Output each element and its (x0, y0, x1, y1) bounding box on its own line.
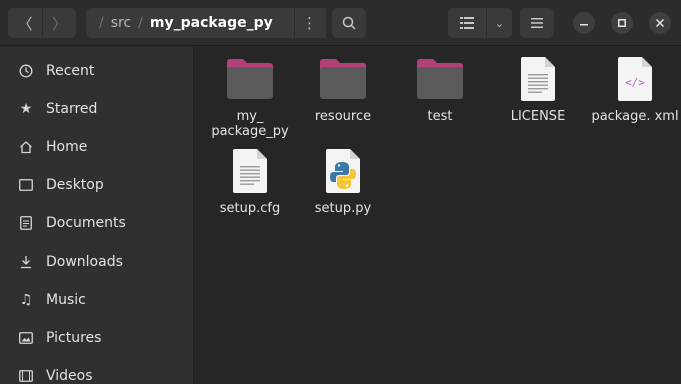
sidebar-item-label: Documents (46, 215, 126, 231)
sidebar-item-documents[interactable]: Documents (0, 204, 194, 242)
sidebar-item-home[interactable]: Home (0, 128, 194, 166)
sidebar-item-music[interactable]: ♫ Music (0, 281, 194, 319)
sidebar-item-starred[interactable]: ★ Starred (0, 90, 194, 128)
sidebar-item-recent[interactable]: Recent (0, 52, 194, 90)
file-item-folder[interactable]: test (397, 55, 483, 124)
breadcrumb-separator: / (138, 15, 143, 31)
file-name: setup.py (314, 201, 372, 216)
breadcrumb-item-src[interactable]: src (111, 15, 131, 31)
file-name: my_ package_py (211, 109, 289, 139)
clock-icon (16, 61, 36, 81)
close-icon (656, 19, 664, 27)
sidebar-item-label: Home (46, 139, 88, 155)
file-item-python[interactable]: setup.py (300, 147, 386, 216)
home-icon (16, 137, 36, 157)
file-name: package. xml (591, 109, 679, 124)
hamburger-menu-icon (531, 18, 543, 28)
file-item-folder[interactable]: my_ package_py (207, 55, 293, 139)
picture-icon (16, 328, 36, 348)
sidebar-item-label: Music (46, 292, 86, 308)
sidebar-item-label: Videos (46, 368, 93, 384)
sidebar-item-label: Pictures (46, 330, 102, 346)
file-item-text[interactable]: LICENSE (495, 55, 581, 124)
search-icon (342, 16, 356, 30)
sidebar-item-label: Starred (46, 101, 98, 117)
video-icon (16, 366, 36, 384)
folder-icon (412, 55, 468, 103)
sidebar-item-desktop[interactable]: Desktop (0, 166, 194, 204)
text-file-icon (510, 55, 566, 103)
chevron-down-icon: ⌄ (494, 16, 505, 30)
chevron-right-icon: 〉 (51, 14, 67, 33)
chevron-left-icon: 〈 (17, 14, 33, 33)
document-icon (16, 213, 36, 233)
folder-icon (315, 55, 371, 103)
sidebar: Recent ★ Starred Home Desktop Documents … (0, 47, 194, 384)
header-bar: 〈 〉 / src / my_package_py ⋮ ⌄ (0, 0, 681, 46)
forward-button[interactable]: 〉 (42, 8, 76, 38)
file-name: test (427, 109, 453, 124)
xml-file-icon: </> (607, 55, 663, 103)
view-options-button[interactable]: ⌄ (486, 8, 512, 38)
text-file-icon (222, 147, 278, 195)
list-view-icon (460, 17, 474, 29)
desktop-icon (16, 175, 36, 195)
sidebar-item-videos[interactable]: Videos (0, 357, 194, 384)
breadcrumb-separator: / (99, 15, 104, 31)
download-icon (16, 252, 36, 272)
star-icon: ★ (19, 101, 33, 117)
search-button[interactable] (332, 8, 366, 38)
view-toggle-button[interactable] (448, 8, 486, 38)
svg-text:</>: </> (625, 76, 645, 89)
file-name: LICENSE (510, 109, 566, 124)
close-button[interactable] (649, 12, 671, 34)
file-item-folder[interactable]: resource (300, 55, 386, 124)
sidebar-item-downloads[interactable]: Downloads (0, 243, 194, 281)
sidebar-item-label: Desktop (46, 177, 104, 193)
breadcrumb: / src / my_package_py (86, 8, 326, 38)
maximize-button[interactable] (611, 12, 633, 34)
python-file-icon (315, 147, 371, 195)
maximize-icon (618, 19, 626, 27)
sidebar-item-label: Downloads (46, 254, 123, 270)
file-item-text[interactable]: setup.cfg (207, 147, 293, 216)
music-icon: ♫ (19, 292, 33, 308)
breadcrumb-item-current[interactable]: my_package_py (150, 15, 273, 31)
back-button[interactable]: 〈 (8, 8, 42, 38)
vertical-dots-icon: ⋮ (302, 14, 317, 32)
sidebar-item-pictures[interactable]: Pictures (0, 319, 194, 357)
path-menu-button[interactable]: ⋮ (294, 8, 324, 38)
file-name: resource (314, 109, 372, 124)
sidebar-item-label: Recent (46, 63, 95, 79)
minimize-button[interactable] (573, 12, 595, 34)
folder-icon (222, 55, 278, 103)
file-name: setup.cfg (219, 201, 281, 216)
main-menu-button[interactable] (520, 8, 554, 38)
file-view: my_ package_py resource test LICENSE </>… (195, 47, 681, 384)
file-item-xml[interactable]: </> package. xml (591, 55, 679, 124)
minimize-icon (580, 24, 588, 26)
